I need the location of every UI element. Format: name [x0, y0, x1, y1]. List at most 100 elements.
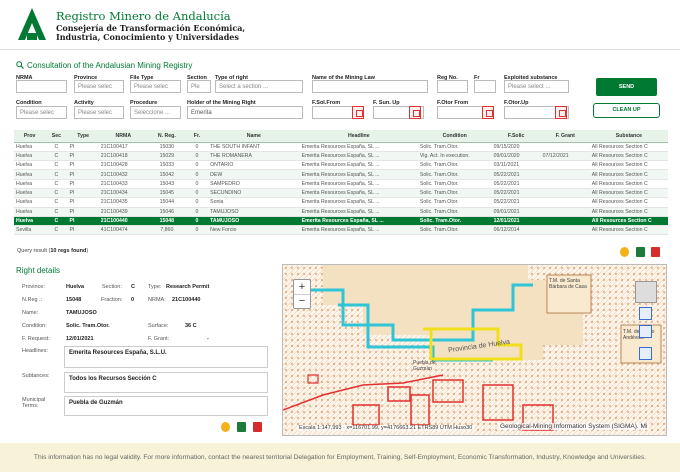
table-cell: All Resources Section C — [589, 207, 668, 217]
table-row[interactable]: Huelva C PI 21C100418 15029 0 THE ROMANERA Emer… — [14, 151, 668, 162]
table-row[interactable]: Huelva C PI 21C100435 15044 0 Sonia Emerita Res… — [14, 197, 668, 208]
table-cell: 21C100428 — [98, 160, 148, 171]
nrma-detail-label: NRMA: — [148, 297, 166, 303]
table-cell: PI — [67, 225, 99, 236]
map-viewer[interactable]: + − Provincia de Huelva Puebla de Guzmán… — [282, 264, 667, 436]
table-row[interactable]: Huelva C PI 21C100428 15033 0 ONTARIO Emerita R… — [14, 160, 668, 171]
table-cell — [540, 197, 590, 208]
table-row[interactable]: Huelva C PI 21C100432 15042 0 DEW Emerita Resou… — [14, 169, 668, 180]
municipal-textarea[interactable]: Puebla de Guzmán — [64, 396, 268, 416]
surface-detail-label: Surface: — [148, 323, 169, 329]
calendar-icon[interactable] — [352, 106, 364, 119]
pdf-icon[interactable] — [651, 247, 660, 257]
send-button[interactable]: SEND — [596, 78, 657, 96]
column-header[interactable]: Substance — [589, 130, 668, 143]
table-row[interactable]: Huelva C PI 21C100434 15045 0 SECUNDINO Emerita… — [14, 188, 668, 199]
junta-andalucia-logo[interactable] — [14, 6, 50, 42]
table-cell: Solic. Tram.Otor. — [417, 179, 492, 190]
table-cell — [540, 188, 590, 199]
table-cell: 15046 — [147, 207, 186, 217]
column-header[interactable]: N. Reg. — [147, 130, 186, 143]
column-header[interactable]: Type — [67, 130, 99, 143]
fr-input[interactable] — [474, 80, 496, 93]
nreg-detail-label: N.Reg .: — [22, 297, 43, 303]
section-select[interactable]: Ple — [187, 80, 211, 93]
calendar-icon[interactable] — [482, 106, 494, 119]
table-cell: 21C100440 — [98, 216, 148, 227]
table-cell: Solic. Tram.Otor. — [417, 225, 492, 236]
table-row[interactable]: Huelva C PI 21C100439 15046 0 TAMUJOSO Emerita … — [14, 207, 668, 217]
procedure-select[interactable]: Seleccione ... — [130, 106, 181, 119]
table-cell: PI — [67, 216, 99, 227]
headlines-textarea[interactable]: Emerita Resources España, S.L.U. — [64, 346, 268, 368]
column-header[interactable]: Headline — [299, 130, 418, 143]
type-detail-value: Research Permit — [166, 284, 210, 290]
table-cell: 0 — [185, 207, 209, 217]
subtitle-line-2: Industria, Conocimiento y Universidades — [56, 31, 239, 42]
column-header[interactable]: Sec — [45, 130, 68, 143]
table-cell: THE ROMANERA — [208, 151, 300, 162]
recycle-icon[interactable] — [221, 422, 230, 432]
name-detail-label: Name: — [22, 310, 39, 316]
condition-select[interactable]: Please selec — [16, 106, 67, 119]
table-cell — [540, 216, 590, 227]
table-cell: C — [45, 142, 68, 152]
column-header[interactable]: Condition — [417, 130, 492, 143]
query-count: 10 regs found — [50, 248, 87, 254]
table-row[interactable]: Sevilla C PI 41C100474 7,860 0 New Forcio Emeri… — [14, 225, 668, 236]
column-header[interactable]: NRMA — [98, 130, 148, 143]
table-cell: 15033 — [147, 160, 186, 171]
table-cell: Emerita Resources España, SL ... — [299, 179, 418, 190]
substances-detail-label: Subtances: — [22, 373, 50, 379]
table-cell: THE SOUTH INFANT — [208, 142, 300, 152]
column-header[interactable]: Prov — [14, 130, 46, 143]
table-row[interactable]: Huelva C PI 21C100417 15030 0 THE SOUTH INFANT… — [14, 142, 668, 152]
excel-icon[interactable] — [636, 247, 645, 257]
table-cell: Emerita Resources España, SL ... — [299, 188, 418, 199]
type-of-right-select[interactable]: Select a section ... — [215, 80, 303, 93]
nrma-input[interactable] — [16, 80, 67, 93]
grid-icon[interactable] — [639, 325, 652, 338]
layers-icon[interactable] — [635, 281, 657, 303]
table-cell: Solic. Tram.Otor. — [417, 207, 492, 217]
table-row[interactable]: Huelva C PI 21C100433 15043 0 SAMPEDRO Emerita … — [14, 179, 668, 190]
calendar-icon[interactable] — [409, 106, 421, 119]
column-header[interactable]: F. Grant — [540, 130, 590, 143]
table-cell: SECUNDINO — [208, 188, 300, 199]
recycle-icon[interactable] — [620, 247, 629, 257]
column-header[interactable]: Name — [208, 130, 300, 143]
municipal-detail-label: Municipal Terms: — [22, 397, 46, 409]
pdf-icon[interactable] — [253, 422, 262, 432]
frequest-detail-value: 12/01/2021 — [66, 336, 94, 342]
table-cell: 15044 — [147, 197, 186, 208]
column-header[interactable]: Fr. — [185, 130, 209, 143]
right-details-title: Right details — [16, 266, 61, 275]
reg-no-input[interactable] — [437, 80, 468, 93]
surface-detail-value: 36 C — [185, 323, 197, 329]
zoom-out-button[interactable]: − — [294, 295, 310, 309]
table-cell: All Resources Section C — [589, 160, 668, 171]
table-cell: All Resources Section C — [589, 169, 668, 180]
table-row[interactable]: Huelva C PI 21C100440 15048 0 TAMUJOSO Emerita … — [14, 216, 668, 227]
table-cell: 07/12/2021 — [540, 151, 590, 162]
holder-input[interactable]: Emerita — [187, 106, 303, 119]
table-cell: Huelva — [14, 197, 46, 208]
grid-icon[interactable] — [639, 307, 652, 320]
map-view-icon[interactable] — [639, 347, 652, 360]
excel-icon[interactable] — [237, 422, 246, 432]
file-type-select[interactable]: Please selec — [130, 80, 181, 93]
fotor-from-input[interactable] — [437, 106, 487, 119]
clean-up-button[interactable]: CLEAN UP — [593, 103, 660, 118]
activity-select[interactable]: Please selec — [74, 106, 124, 119]
province-select[interactable]: Please selec — [74, 80, 124, 93]
exploited-substance-select[interactable]: Please select ... — [504, 80, 569, 93]
column-header[interactable]: F.Solic — [491, 130, 541, 143]
zoom-in-button[interactable]: + — [294, 280, 310, 295]
section-detail-label: Section: — [102, 284, 122, 290]
mining-law-name-input[interactable] — [312, 80, 428, 93]
map-label-town: Puebla de Guzmán — [413, 360, 436, 372]
substances-textarea[interactable]: Todos los Recursos Sección C — [64, 372, 268, 393]
table-cell: Solic. Tram.Otor. — [417, 216, 492, 227]
table-cell: 09/01/2021 — [491, 207, 541, 217]
calendar-icon[interactable] — [555, 106, 567, 119]
